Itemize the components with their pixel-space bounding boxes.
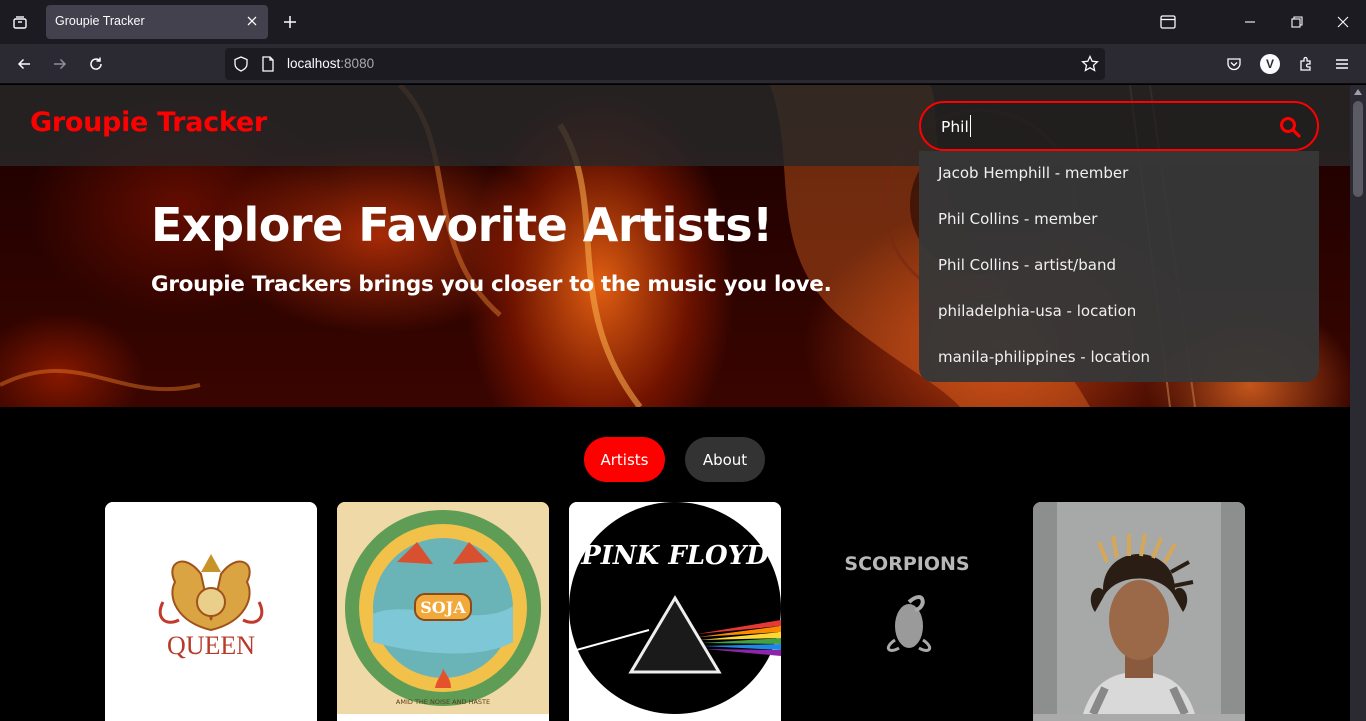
browser-view-icon[interactable]	[1156, 10, 1180, 34]
tab-about[interactable]: About	[685, 437, 765, 482]
search-icon[interactable]	[1279, 116, 1301, 138]
browser-nav-bar: localhost:8080 V	[0, 44, 1366, 84]
pocket-icon[interactable]	[1222, 52, 1246, 76]
scroll-thumb[interactable]	[1353, 101, 1363, 197]
search-suggestions: Jacob Hemphill - member Phil Collins - m…	[919, 151, 1319, 382]
url-bar[interactable]: localhost:8080	[225, 48, 1105, 80]
tab-list-icon[interactable]	[8, 10, 32, 34]
account-avatar[interactable]: V	[1260, 54, 1280, 74]
artist-name-queen: QUEEN	[167, 631, 255, 660]
hero-subtitle: Groupie Trackers brings you closer to th…	[151, 272, 832, 297]
browser-tab[interactable]: Groupie Tracker	[46, 5, 268, 39]
url-text[interactable]: localhost:8080	[287, 56, 374, 71]
suggestion-item[interactable]: philadelphia-usa - location	[919, 289, 1319, 335]
back-icon[interactable]	[12, 52, 36, 76]
browser-tab-title: Groupie Tracker	[55, 14, 145, 28]
search-input[interactable]	[941, 115, 1271, 139]
artist-name-scorpions: SCORPIONS	[844, 553, 969, 575]
suggestion-item[interactable]: Phil Collins - member	[919, 197, 1319, 243]
suggestion-item[interactable]: manila-philippines - location	[919, 335, 1319, 381]
section-tabs: Artists About	[0, 437, 1350, 482]
page-info-icon[interactable]	[261, 56, 275, 76]
artist-card-xxxtentacion[interactable]	[1033, 502, 1245, 721]
extensions-icon[interactable]	[1294, 52, 1318, 76]
artist-name-soja: SOJA	[420, 598, 466, 617]
minimize-icon[interactable]	[1238, 10, 1262, 34]
restore-icon[interactable]	[1285, 10, 1309, 34]
xxxtentacion-photo	[1033, 502, 1245, 714]
search-box	[919, 101, 1319, 151]
artist-card-soja[interactable]: SOJA AMID THE NOISE AND HASTE	[337, 502, 549, 721]
browser-tab-bar: Groupie Tracker	[0, 0, 1366, 44]
close-window-icon[interactable]	[1331, 10, 1355, 34]
suggestion-item[interactable]: Jacob Hemphill - member	[919, 151, 1319, 197]
queen-crest-image: QUEEN	[105, 502, 317, 714]
artist-card-scorpions[interactable]: SCORPIONS	[801, 502, 1013, 721]
new-tab-icon[interactable]	[280, 12, 300, 32]
url-port: :8080	[340, 56, 375, 71]
text-caret	[970, 115, 971, 137]
web-page: Groupie Tracker Explore Favorite Artists…	[0, 85, 1350, 721]
artist-card-queen[interactable]: QUEEN	[105, 502, 317, 721]
suggestion-item[interactable]: Phil Collins - artist/band	[919, 243, 1319, 289]
scorpions-cover-image: SCORPIONS	[801, 502, 1013, 714]
site-logo[interactable]: Groupie Tracker	[30, 107, 267, 138]
tab-close-icon[interactable]	[244, 13, 260, 29]
bookmark-star-icon[interactable]	[1081, 54, 1099, 77]
hero-title: Explore Favorite Artists!	[151, 198, 773, 252]
reload-icon[interactable]	[84, 52, 108, 76]
tab-artists[interactable]: Artists	[584, 437, 665, 482]
artist-card-pink-floyd[interactable]: PINK FLOYD	[569, 502, 781, 721]
menu-icon[interactable]	[1330, 52, 1354, 76]
page-scrollbar[interactable]	[1350, 85, 1366, 721]
soja-caption: AMID THE NOISE AND HASTE	[396, 698, 490, 706]
shield-icon[interactable]	[233, 56, 249, 76]
forward-icon[interactable]	[48, 52, 72, 76]
artist-grid: QUEEN SOJA AMID THE NOISE AND HASTE PINK…	[0, 502, 1350, 721]
artist-name-pink-floyd: PINK FLOYD	[580, 541, 769, 571]
url-host: localhost	[287, 56, 341, 71]
soja-cover-image: SOJA AMID THE NOISE AND HASTE	[337, 502, 549, 714]
scroll-up-arrow-icon[interactable]	[1354, 89, 1362, 95]
pink-floyd-cover-image: PINK FLOYD	[569, 502, 781, 714]
